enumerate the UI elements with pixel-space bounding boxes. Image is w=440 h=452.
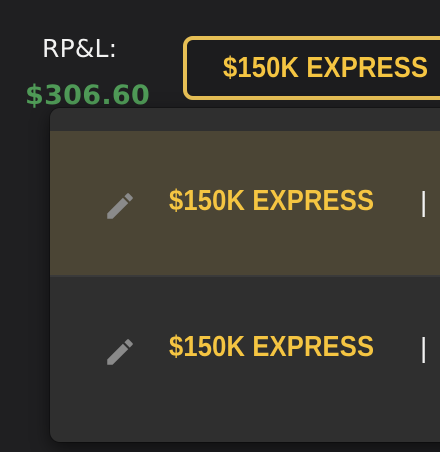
trading-account-screen: RP&L: $306.60 $150K EXPRESS $150K EXPRES…	[0, 0, 440, 452]
account-option-separator: |	[420, 332, 428, 363]
account-option-separator: |	[420, 186, 428, 217]
pencil-icon[interactable]	[103, 335, 137, 369]
realized-pnl-value: $306.60	[25, 80, 151, 111]
realized-pnl-label: RP&L:	[42, 34, 118, 63]
pencil-icon[interactable]	[103, 189, 137, 223]
account-selector-label: $150K EXPRESS	[223, 52, 429, 84]
account-selector[interactable]: $150K EXPRESS	[183, 36, 440, 100]
account-option-2[interactable]: $150K EXPRESS |	[50, 277, 440, 421]
account-option-label: $150K EXPRESS	[169, 331, 375, 363]
account-option-1[interactable]: $150K EXPRESS |	[50, 131, 440, 275]
account-dropdown-menu: $150K EXPRESS | $150K EXPRESS |	[50, 108, 440, 442]
dropdown-top-padding	[50, 108, 440, 131]
account-option-label: $150K EXPRESS	[169, 185, 375, 217]
